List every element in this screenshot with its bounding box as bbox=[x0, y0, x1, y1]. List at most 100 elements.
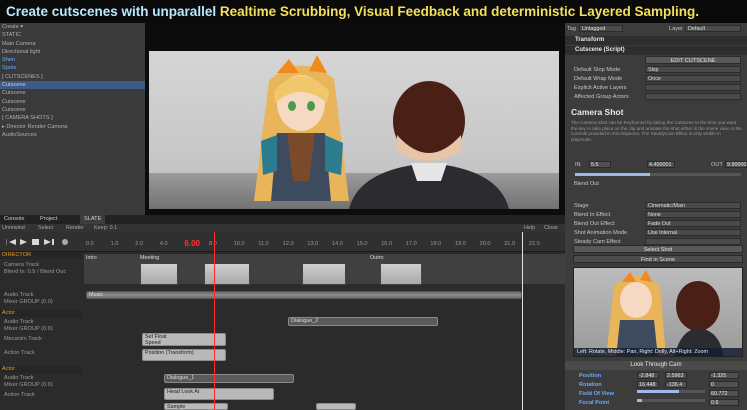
transform-header[interactable]: Transform bbox=[565, 36, 747, 45]
head-look-clip[interactable]: Head Look At bbox=[164, 388, 274, 400]
hierarchy-item[interactable]: [ CUTSCENES ] bbox=[0, 73, 145, 81]
hierarchy-item[interactable]: Cutscene bbox=[0, 98, 145, 106]
track-label[interactable]: Camera Track bbox=[0, 262, 82, 269]
hierarchy-item[interactable]: [ CAMERA SHOTS ] bbox=[0, 114, 145, 122]
track-label[interactable]: Mixer GROUP (0.0) bbox=[0, 382, 82, 389]
loop-icon[interactable] bbox=[62, 239, 68, 245]
toolbar-select[interactable]: Select bbox=[38, 224, 53, 232]
end-line[interactable] bbox=[522, 232, 523, 410]
track-label[interactable]: Mixer GROUP (0.0) bbox=[0, 326, 82, 333]
hierarchy-item[interactable]: Spots bbox=[0, 64, 145, 72]
camera-property-label: Focal Point bbox=[579, 400, 610, 406]
time-ruler[interactable]: 0.0 1.0 2.0 4.0 6.00 8.0 10.0 11.0 12.0 13.0 14.0 1… bbox=[84, 232, 565, 252]
track-label[interactable]: Mixer GROUP (0.0) bbox=[0, 299, 82, 306]
inspector-row-value[interactable] bbox=[645, 84, 741, 91]
camera-property-value[interactable]: -136.4 bbox=[665, 381, 687, 388]
rewind-icon[interactable] bbox=[9, 239, 16, 245]
hierarchy-item[interactable]: Directional light bbox=[0, 48, 145, 56]
stop-icon[interactable] bbox=[32, 239, 39, 245]
shot-thumbnail[interactable] bbox=[380, 263, 422, 285]
start-icon[interactable] bbox=[6, 239, 7, 245]
inspector-row-value[interactable] bbox=[645, 238, 741, 245]
toolbar-render[interactable]: Render bbox=[66, 224, 84, 232]
inspector-row: Shot Animation Mode Use Internal bbox=[565, 229, 747, 237]
track-label[interactable]: Blend In: 0.5 / Blend Out: bbox=[0, 269, 82, 276]
fov-slider[interactable] bbox=[637, 390, 705, 393]
camera-property-row: Rotation 16.448 -136.4 0 bbox=[565, 381, 747, 389]
inspector-row-value[interactable]: Skip bbox=[645, 66, 741, 73]
focal-slider[interactable] bbox=[637, 399, 705, 402]
hierarchy-item[interactable]: Create ▾ bbox=[0, 23, 145, 31]
track-label[interactable]: Audio Track bbox=[0, 319, 82, 326]
inspector-row-value[interactable]: Cinematic/Main bbox=[645, 202, 741, 209]
hierarchy-item[interactable]: Cutscene bbox=[0, 89, 145, 97]
focal-slider-fill bbox=[637, 399, 643, 402]
camera-property-value[interactable]: 0 bbox=[709, 381, 739, 388]
scene-characters bbox=[254, 55, 509, 209]
camera-property-value[interactable]: -2.848 bbox=[637, 372, 659, 379]
dialogue-2-clip[interactable]: Dialogue_2 bbox=[288, 317, 438, 326]
hierarchy-item[interactable]: ▸ Director Render Camera bbox=[0, 123, 145, 131]
camera-property-value[interactable]: -1.325 bbox=[709, 372, 739, 379]
tag-dropdown[interactable]: Untagged bbox=[579, 25, 623, 32]
camera-property-value[interactable]: 16.448 bbox=[637, 381, 659, 388]
track-group-header[interactable]: Actor bbox=[0, 366, 82, 373]
camera-track-lane[interactable]: Intro Meeting Outro bbox=[84, 254, 565, 285]
track-label[interactable]: Audio Track bbox=[0, 292, 82, 299]
inspector-row-value[interactable]: Fade Out bbox=[645, 220, 741, 227]
play-icon[interactable] bbox=[20, 239, 27, 245]
inspector-row-value[interactable]: None bbox=[645, 211, 741, 218]
track-group-header[interactable]: Actor bbox=[0, 310, 82, 317]
tab-slate[interactable]: SLATE bbox=[80, 215, 106, 224]
inspector-row-value[interactable]: Use Internal bbox=[645, 229, 741, 236]
blend-in-slider[interactable] bbox=[575, 173, 741, 176]
shot-thumbnail[interactable] bbox=[302, 263, 346, 285]
sample-clip[interactable] bbox=[316, 403, 356, 410]
look-through-cam-button[interactable]: Look Through Cam bbox=[565, 361, 747, 370]
out-field[interactable]: 9.900002 bbox=[725, 161, 747, 168]
music-clip[interactable]: Music bbox=[86, 291, 522, 299]
length-field[interactable]: 4.400001 bbox=[647, 161, 675, 168]
inspector-row-value[interactable] bbox=[645, 93, 741, 100]
select-shot-button[interactable]: Select Shot bbox=[573, 245, 743, 253]
camera-property-value[interactable]: 60.772 bbox=[709, 390, 739, 397]
hierarchy-item[interactable]: Cutscene bbox=[0, 106, 145, 114]
edit-cutscene-button[interactable]: EDIT CUTSCENE bbox=[645, 56, 741, 64]
in-field[interactable]: 5.5 bbox=[589, 161, 611, 168]
forward-icon[interactable] bbox=[44, 239, 51, 245]
camera-property-value[interactable]: 0.6 bbox=[709, 399, 739, 406]
toolbar-unrewind[interactable]: Unrewind bbox=[2, 224, 25, 232]
hierarchy-item[interactable]: AudioSources bbox=[0, 131, 145, 139]
track-label[interactable]: Mecanim Track bbox=[0, 336, 82, 343]
dialogue-1-label: Dialogue_1 bbox=[167, 375, 195, 381]
camera-property-value[interactable]: 2.5963 bbox=[665, 372, 687, 379]
hierarchy-item[interactable]: Main Camera bbox=[0, 40, 145, 48]
hierarchy-item[interactable]: Shen bbox=[0, 56, 145, 64]
cutscene-component-header[interactable]: Cutscene (Script) bbox=[565, 46, 747, 55]
hierarchy-item[interactable]: STATIC bbox=[0, 31, 145, 39]
ruler-tick: 20.0 bbox=[479, 241, 491, 247]
inspector-row-value[interactable]: Once bbox=[645, 75, 741, 82]
track-label[interactable]: Audio Track bbox=[0, 375, 82, 382]
toolbar-help[interactable]: Help bbox=[524, 224, 535, 232]
end-icon[interactable] bbox=[52, 239, 54, 245]
inspector-row-label: Stage bbox=[574, 203, 589, 209]
shot-thumbnail[interactable] bbox=[140, 263, 178, 285]
track-group-header[interactable]: DIRECTOR bbox=[0, 252, 82, 259]
playhead[interactable] bbox=[214, 232, 215, 410]
track-label[interactable]: Action Track bbox=[0, 392, 82, 399]
camera-preview[interactable]: Left: Rotate, Middle: Pan, Right: Dolly,… bbox=[573, 267, 743, 357]
hierarchy-item[interactable]: Cutscene bbox=[0, 81, 145, 90]
track-label[interactable]: Action Track bbox=[0, 350, 82, 357]
find-in-scene-button[interactable]: Find in Scene bbox=[573, 255, 743, 263]
scene-view[interactable] bbox=[145, 23, 565, 215]
tab-console[interactable]: Console bbox=[0, 215, 29, 224]
sample-clip[interactable]: Sample bbox=[164, 403, 228, 410]
shot-thumbnail[interactable] bbox=[204, 263, 250, 285]
toolbar-close[interactable]: Close bbox=[544, 224, 558, 232]
layer-dropdown[interactable]: Default bbox=[685, 25, 741, 32]
timeline-toolbar: Unrewind Select Render Keep: 0.1 Help Cl… bbox=[0, 224, 565, 232]
tab-project[interactable]: Project bbox=[36, 215, 61, 224]
toolbar-keep[interactable]: Keep: 0.1 bbox=[94, 224, 117, 232]
dialogue-1-clip[interactable]: Dialogue_1 bbox=[164, 374, 294, 383]
